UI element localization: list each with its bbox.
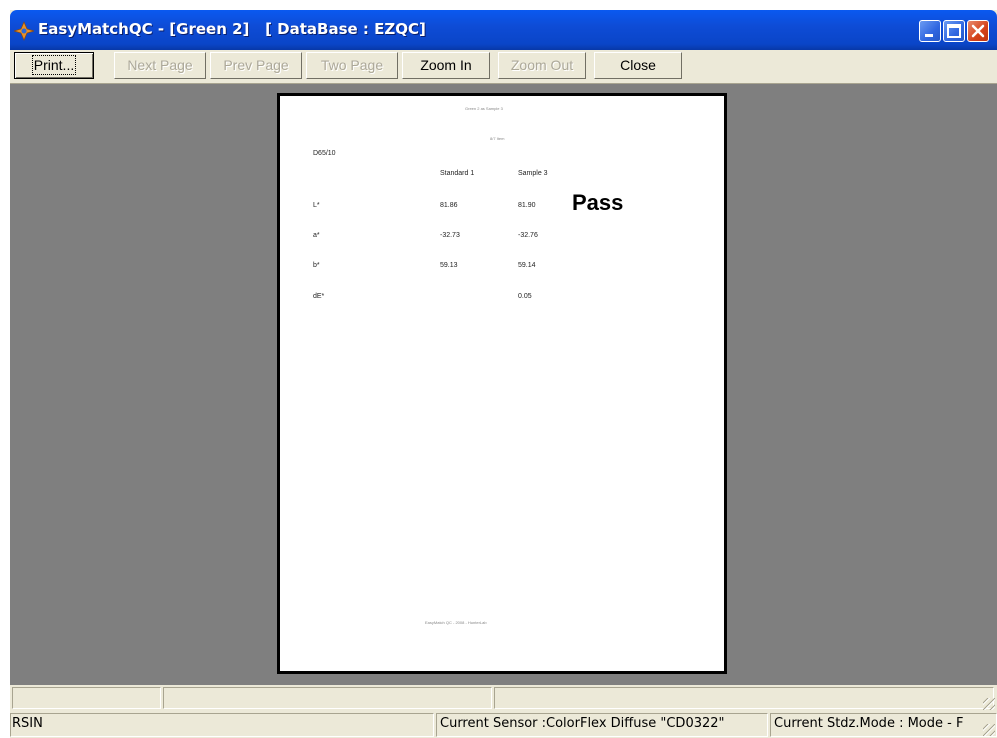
next-page-button-label: Next Page <box>127 57 193 73</box>
status-stdz-mode: Current Stdz.Mode : Mode - F <box>774 716 964 731</box>
row-label-de: dE* <box>313 293 325 300</box>
status-bar: RSIN Current Sensor :ColorFlex Diffuse "… <box>10 712 997 738</box>
resize-grip-icon[interactable] <box>983 724 995 736</box>
status-pane-user <box>10 713 434 737</box>
status-user: RSIN <box>12 716 43 731</box>
zoom-out-button[interactable]: Zoom Out <box>498 52 586 79</box>
status-pane-1 <box>12 687 161 709</box>
row-label-a: a* <box>313 232 320 239</box>
maximize-button[interactable] <box>943 20 965 42</box>
toolbar: Print... Next Page Prev Page Two Page Zo… <box>10 50 997 84</box>
status-sensor: Current Sensor :ColorFlex Diffuse "CD032… <box>440 716 725 731</box>
row-a-sample: -32.76 <box>518 232 538 239</box>
status-pane-3 <box>494 687 994 709</box>
row-l-sample: 81.90 <box>518 202 536 209</box>
minimize-button[interactable] <box>919 20 941 42</box>
two-page-button[interactable]: Two Page <box>306 52 398 79</box>
close-window-button[interactable] <box>967 20 989 42</box>
close-icon <box>971 24 985 38</box>
two-page-button-label: Two Page <box>320 57 384 73</box>
resize-grip-icon[interactable] <box>983 698 995 710</box>
prev-page-button-label: Prev Page <box>223 57 289 73</box>
row-label-l: L* <box>313 202 320 209</box>
status-bar-upper <box>10 685 997 712</box>
title-bar[interactable]: EasyMatchQC - [Green 2] [ DataBase : EZQ… <box>10 10 997 50</box>
illuminant-label: D65/10 <box>313 150 336 157</box>
close-preview-button-label: Close <box>620 57 656 73</box>
row-b-standard: 59.13 <box>440 262 458 269</box>
print-button[interactable]: Print... <box>14 52 94 79</box>
row-b-sample: 59.14 <box>518 262 536 269</box>
print-button-label: Print... <box>31 55 77 75</box>
row-a-standard: -32.73 <box>440 232 460 239</box>
window-title: EasyMatchQC - [Green 2] [ DataBase : EZQ… <box>38 20 426 38</box>
close-preview-button[interactable]: Close <box>594 52 682 79</box>
page-header-line2: 8/7 Item <box>490 136 505 141</box>
sample-column-header: Sample 3 <box>518 170 548 177</box>
prev-page-button[interactable]: Prev Page <box>210 52 302 79</box>
standard-column-header: Standard 1 <box>440 170 475 177</box>
row-de-sample: 0.05 <box>518 293 532 300</box>
preview-page[interactable]: Green 2 as Sample 3 8/7 Item D65/10 Stan… <box>277 93 727 674</box>
next-page-button[interactable]: Next Page <box>114 52 206 79</box>
print-preview-area[interactable]: Green 2 as Sample 3 8/7 Item D65/10 Stan… <box>10 84 997 685</box>
page-header-line1: Green 2 as Sample 3 <box>465 106 503 111</box>
app-icon[interactable] <box>14 21 34 41</box>
row-l-standard: 81.86 <box>440 202 458 209</box>
application-window: EasyMatchQC - [Green 2] [ DataBase : EZQ… <box>10 10 997 738</box>
page-footer: EasyMatch QC - 2008 - HunterLab <box>425 620 487 625</box>
status-pane-2 <box>163 687 492 709</box>
zoom-in-button[interactable]: Zoom In <box>402 52 490 79</box>
row-label-b: b* <box>313 262 320 269</box>
zoom-in-button-label: Zoom In <box>420 57 472 73</box>
minimize-icon <box>925 34 933 37</box>
zoom-out-button-label: Zoom Out <box>510 57 574 73</box>
pass-result: Pass <box>572 190 624 215</box>
maximize-icon <box>947 24 961 38</box>
